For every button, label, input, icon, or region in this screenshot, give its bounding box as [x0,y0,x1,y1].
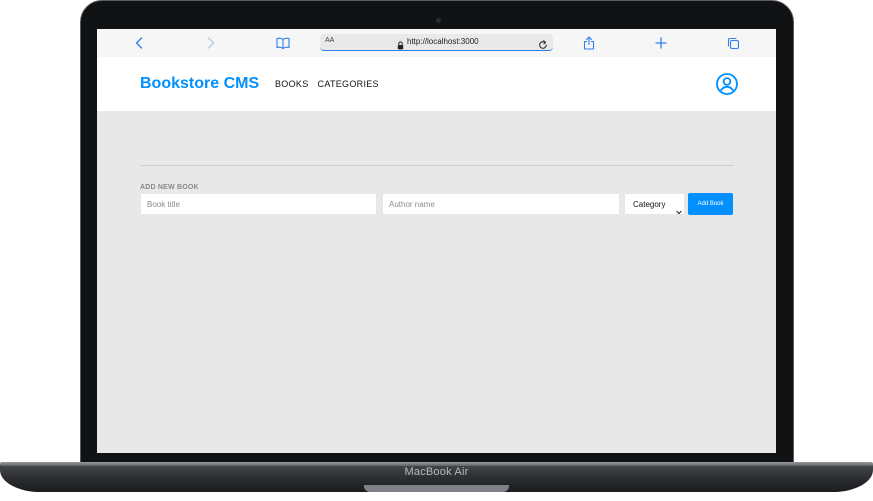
main-nav: BOOKS CATEGORIES [275,79,379,89]
laptop-frame: AA http://localhost:3000 Bookstore CMS B… [0,0,873,501]
address-bar[interactable]: AA http://localhost:3000 [320,34,553,51]
camera [436,18,441,23]
lock-icon [397,37,404,55]
section-divider [140,165,734,166]
chevron-down-icon [676,202,682,220]
share-icon[interactable] [582,36,596,50]
forward-icon[interactable] [204,36,218,50]
tabs-icon[interactable] [726,36,740,50]
browser-screen: AA http://localhost:3000 Bookstore CMS B… [97,29,776,453]
text-size-button[interactable]: AA [325,37,334,44]
nav-link-categories[interactable]: CATEGORIES [318,79,379,89]
user-icon[interactable] [715,72,739,96]
app-header: Bookstore CMS BOOKS CATEGORIES [97,57,776,111]
category-select-value: Category [633,200,666,209]
add-book-button[interactable]: Add Book [688,193,733,215]
book-title-input[interactable] [140,193,377,215]
reload-icon[interactable] [538,37,548,55]
new-tab-icon[interactable] [654,36,668,50]
laptop-notch [364,485,509,492]
app-logo[interactable]: Bookstore CMS [140,75,259,93]
add-book-heading: ADD NEW BOOK [140,184,199,191]
back-icon[interactable] [132,36,146,50]
book-icon[interactable] [276,36,290,50]
nav-link-books[interactable]: BOOKS [275,79,309,89]
category-select[interactable]: Category [624,193,685,215]
author-name-input[interactable] [382,193,620,215]
url-text: http://localhost:3000 [407,37,479,46]
browser-toolbar: AA http://localhost:3000 [97,29,776,58]
device-label: MacBook Air [404,466,469,478]
